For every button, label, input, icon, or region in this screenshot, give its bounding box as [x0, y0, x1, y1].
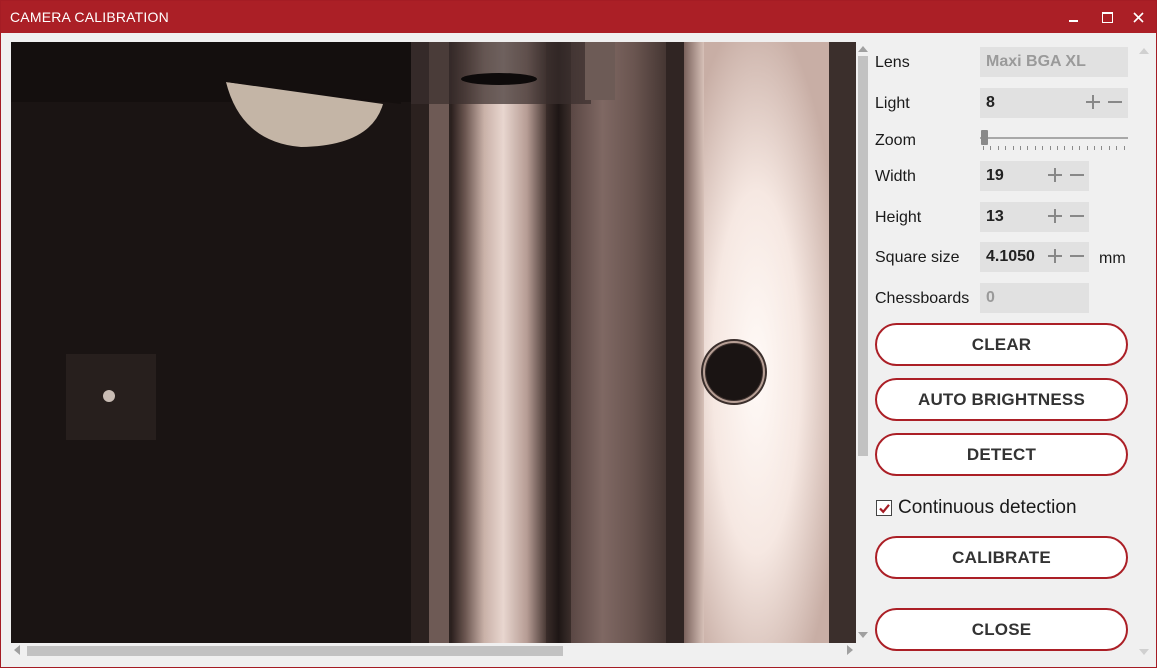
square-size-increase-plus-icon[interactable]: [1046, 247, 1064, 265]
height-decrease-minus-icon[interactable]: [1068, 207, 1086, 225]
view-vertical-scrollbar[interactable]: [856, 42, 870, 643]
zoom-tick: [1005, 146, 1007, 150]
panel-scroll-down-arrow-icon[interactable]: [1139, 649, 1149, 655]
vertical-scroll-thumb[interactable]: [858, 56, 868, 456]
zoom-slider-track[interactable]: [980, 137, 1128, 139]
zoom-tick: [1057, 146, 1058, 150]
maximize-button[interactable]: [1091, 1, 1121, 33]
zoom-tick: [1086, 146, 1088, 150]
zoom-tick: [1101, 146, 1103, 150]
panel-scrollbar[interactable]: [1138, 42, 1150, 657]
close-icon: [1133, 12, 1144, 23]
scroll-right-arrow-icon[interactable]: [847, 645, 853, 655]
settings-panel: Lens Maxi BGA XL Light 8 Zoom Width 19 H…: [870, 42, 1138, 662]
square-size-decrease-minus-icon[interactable]: [1068, 247, 1086, 265]
chessboards-label: Chessboards: [875, 290, 970, 307]
close-button[interactable]: CLOSE: [875, 608, 1128, 651]
light-label: Light: [875, 95, 910, 112]
zoom-tick: [1116, 146, 1118, 150]
zoom-label: Zoom: [875, 132, 916, 149]
height-label: Height: [875, 209, 922, 226]
zoom-tick: [1020, 146, 1021, 150]
continuous-detection-checkbox[interactable]: [876, 500, 892, 516]
light-decrease-minus-icon[interactable]: [1106, 93, 1124, 111]
height-increase-plus-icon[interactable]: [1046, 207, 1064, 225]
zoom-tick: [1123, 146, 1125, 150]
width-decrease-minus-icon[interactable]: [1068, 166, 1086, 184]
square-size-value: 4.1050: [986, 248, 1035, 265]
zoom-tick: [1034, 146, 1036, 150]
lens-label: Lens: [875, 54, 910, 71]
clear-button[interactable]: CLEAR: [875, 323, 1128, 366]
scroll-up-arrow-icon[interactable]: [858, 46, 868, 52]
zoom-tick: [1042, 146, 1044, 150]
continuous-detection-label[interactable]: Continuous detection: [898, 497, 1077, 519]
light-increase-plus-icon[interactable]: [1084, 93, 1102, 111]
height-value: 13: [986, 208, 1004, 225]
camera-view[interactable]: [11, 42, 856, 643]
height-field[interactable]: 13: [980, 202, 1089, 232]
zoom-slider-ticks: [983, 146, 1125, 150]
width-label: Width: [875, 168, 916, 185]
zoom-tick: [990, 146, 992, 150]
zoom-tick: [1049, 146, 1051, 150]
zoom-tick: [1012, 146, 1014, 150]
width-value: 19: [986, 167, 1004, 184]
square-size-unit: mm: [1099, 250, 1126, 267]
scroll-down-arrow-icon[interactable]: [858, 632, 868, 638]
zoom-tick: [997, 146, 999, 150]
view-horizontal-scrollbar[interactable]: [11, 643, 856, 658]
width-increase-plus-icon[interactable]: [1046, 166, 1064, 184]
square-size-field[interactable]: 4.1050: [980, 242, 1089, 272]
zoom-tick: [1071, 146, 1073, 150]
detect-button[interactable]: DETECT: [875, 433, 1128, 476]
square-size-label: Square size: [875, 249, 960, 266]
calibration-window: CAMERA CALIBRATION Lens Maxi BGA XL Ligh…: [0, 0, 1157, 668]
window-title: CAMERA CALIBRATION: [10, 9, 169, 25]
calibrate-button[interactable]: CALIBRATE: [875, 536, 1128, 579]
zoom-tick: [1027, 146, 1029, 150]
minimize-button[interactable]: [1059, 1, 1089, 33]
chessboards-field: 0: [980, 283, 1089, 313]
zoom-tick: [983, 146, 984, 150]
zoom-tick: [1108, 146, 1110, 150]
zoom-tick: [1064, 146, 1066, 150]
light-value: 8: [986, 94, 995, 111]
zoom-tick: [1079, 146, 1081, 150]
panel-scroll-up-arrow-icon[interactable]: [1139, 48, 1149, 54]
light-field[interactable]: 8: [980, 88, 1128, 118]
auto-brightness-button[interactable]: AUTO BRIGHTNESS: [875, 378, 1128, 421]
camera-image: [11, 42, 856, 643]
zoom-tick: [1094, 146, 1095, 150]
width-field[interactable]: 19: [980, 161, 1089, 191]
zoom-slider-thumb[interactable]: [981, 130, 988, 145]
scroll-left-arrow-icon[interactable]: [14, 645, 20, 655]
horizontal-scroll-thumb[interactable]: [27, 646, 563, 656]
close-window-button[interactable]: [1123, 1, 1153, 33]
lens-field: Maxi BGA XL: [980, 47, 1128, 77]
checkmark-icon: [879, 504, 890, 514]
title-bar: CAMERA CALIBRATION: [1, 1, 1156, 33]
